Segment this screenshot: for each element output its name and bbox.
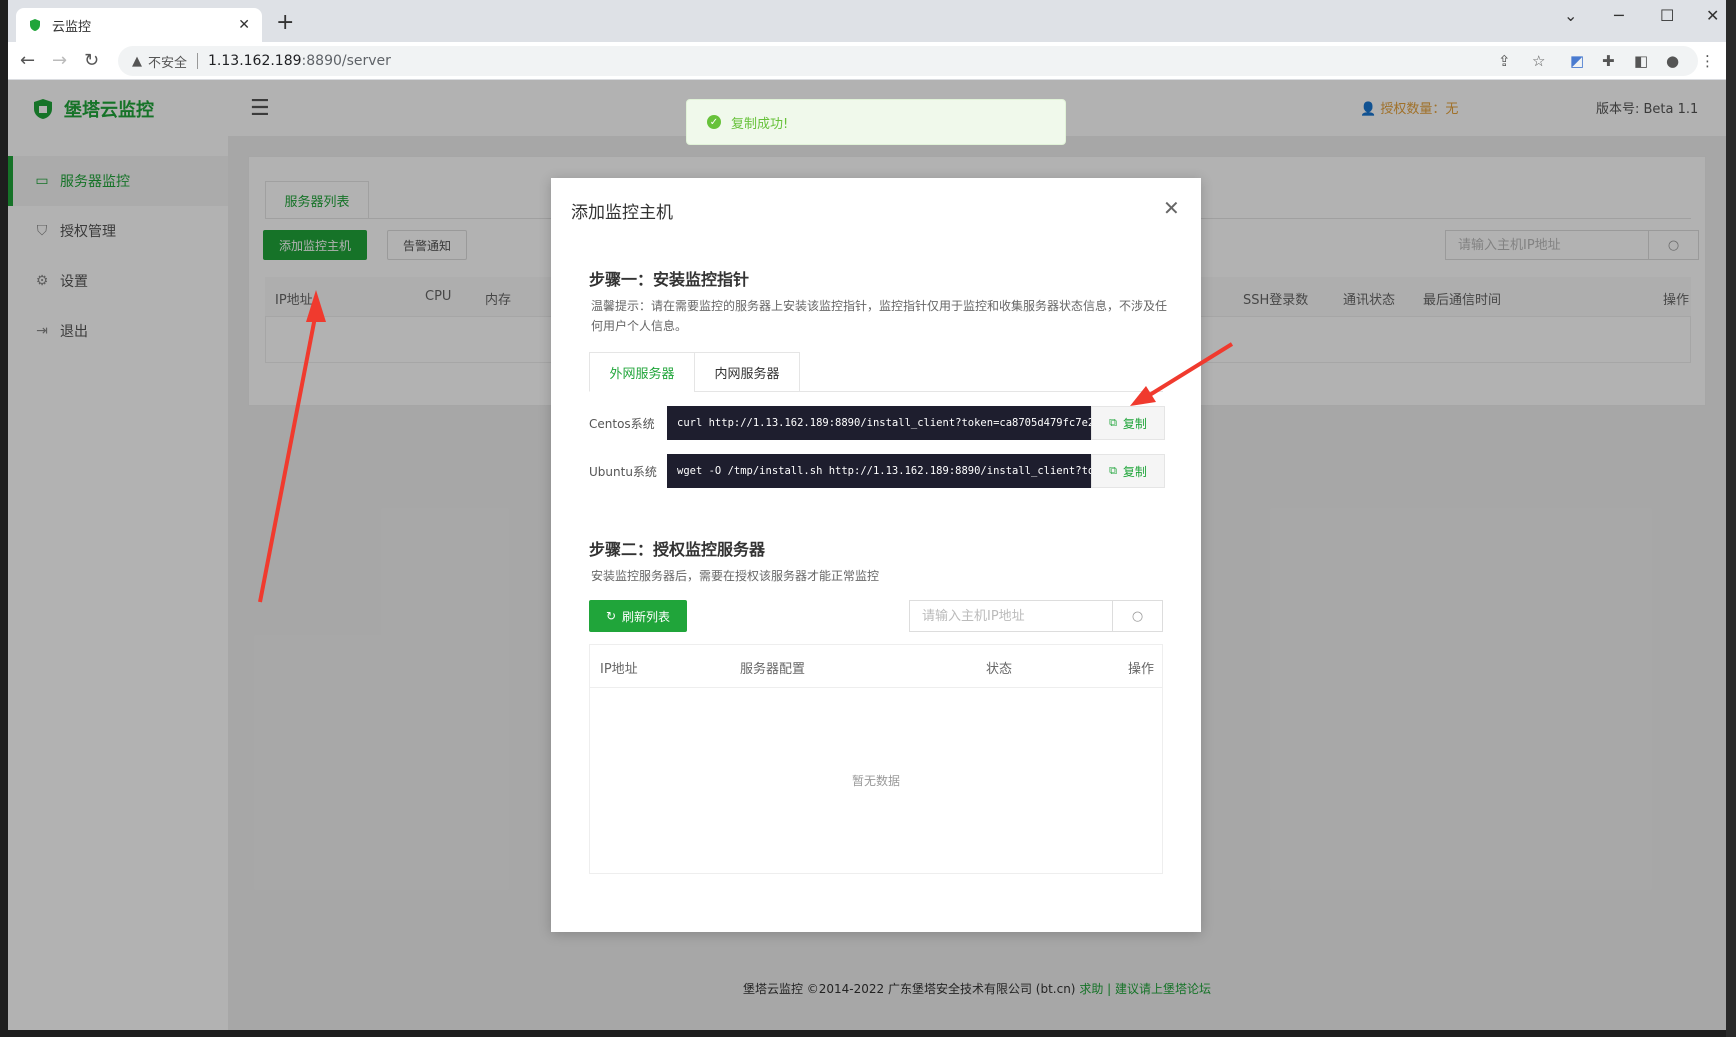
search-icon[interactable]: ○ (1112, 601, 1162, 631)
check-circle-icon: ✓ (707, 115, 721, 129)
copy-centos-button[interactable]: ⧉ 复制 (1091, 406, 1165, 440)
col-status: 状态 (986, 662, 1013, 677)
copy-label: 复制 (1122, 464, 1147, 479)
empty-state: 暂无数据 (851, 774, 900, 788)
warning-icon: ▲ (132, 53, 142, 69)
step2-tip: 安装监控服务器后，需要在授权该服务器才能正常监控 (591, 569, 880, 583)
extensions-icon[interactable]: ✚ (1602, 52, 1615, 70)
copy-label: 复制 (1122, 416, 1147, 431)
browser-tab[interactable]: 云监控 ✕ (16, 8, 262, 42)
step1-title: 步骤一：安装监控指针 (589, 270, 750, 289)
copy-icon: ⧉ (1109, 464, 1117, 477)
profile-icon[interactable]: ● (1666, 52, 1679, 70)
modal-title: 添加监控主机 (571, 203, 673, 223)
ubuntu-label: Ubuntu系统 (589, 465, 657, 479)
desktop-edge (1726, 0, 1736, 1037)
menu-dots-icon[interactable]: ⋮ (1700, 52, 1715, 70)
copy-icon: ⧉ (1109, 416, 1117, 429)
insecure-label: 不安全 (148, 55, 188, 71)
refresh-icon: ↻ (605, 609, 617, 623)
tab-strip: 云监控 ✕ + ⌄ ─ ☐ ✕ (8, 0, 1726, 42)
table-header: IP地址 服务器配置 状态 操作 (590, 645, 1162, 688)
translate-icon[interactable]: ◩ (1570, 52, 1584, 70)
authorize-table: IP地址 服务器配置 状态 操作 暂无数据 (589, 644, 1163, 874)
share-icon[interactable]: ⇪ (1498, 52, 1511, 70)
browser-window: 云监控 ✕ + ⌄ ─ ☐ ✕ ← → ↻ ▲ 不安全 1.13.162.189… (8, 0, 1726, 1030)
col-actions: 操作 (1128, 662, 1155, 677)
back-icon[interactable]: ← (20, 50, 35, 71)
step2-title: 步骤二：授权监控服务器 (589, 540, 766, 559)
modal-host-search: ○ (909, 600, 1163, 632)
copy-ubuntu-button[interactable]: ⧉ 复制 (1091, 454, 1165, 488)
ubuntu-command[interactable]: wget -O /tmp/install.sh http://1.13.162.… (667, 454, 1091, 488)
maximize-icon[interactable]: ☐ (1660, 6, 1674, 25)
tab-search-icon[interactable]: ⌄ (1564, 6, 1577, 25)
bookmark-star-icon[interactable]: ☆ (1532, 52, 1545, 70)
close-window-icon[interactable]: ✕ (1706, 6, 1719, 25)
new-tab-icon[interactable]: + (276, 10, 294, 35)
refresh-label: 刷新列表 (622, 609, 671, 624)
forward-icon[interactable]: → (52, 50, 67, 71)
address-bar[interactable]: ▲ 不安全 1.13.162.189:8890/server (118, 46, 1698, 76)
address-path: :8890/server (301, 53, 391, 69)
close-tab-icon[interactable]: ✕ (238, 17, 250, 33)
col-ip: IP地址 (600, 662, 638, 677)
address-divider (197, 53, 199, 69)
shield-favicon-icon (30, 19, 40, 31)
step1-tip: 温馨提示：请在需要监控的服务器上安装该监控指针，监控指针仅用于监控和收集服务器状… (591, 299, 1168, 333)
modal-host-search-input[interactable] (910, 601, 1112, 631)
address-host: 1.13.162.189 (208, 53, 302, 69)
browser-toolbar: ← → ↻ ▲ 不安全 1.13.162.189:8890/server ⇪ ☆… (8, 42, 1726, 80)
add-host-modal: 添加监控主机 ✕ 步骤一：安装监控指针 温馨提示：请在需要监控的服务器上安装该监… (551, 178, 1201, 932)
success-toast: ✓ 复制成功! (686, 99, 1066, 145)
toast-message: 复制成功! (731, 116, 789, 132)
centos-command[interactable]: curl http://1.13.162.189:8890/install_cl… (667, 406, 1091, 440)
tab-public-server[interactable]: 外网服务器 (589, 352, 695, 392)
server-type-tabs: 外网服务器 内网服务器 (589, 352, 1163, 392)
tab-private-server[interactable]: 内网服务器 (694, 352, 800, 392)
minimize-icon[interactable]: ─ (1614, 6, 1624, 25)
close-icon[interactable]: ✕ (1163, 196, 1180, 220)
reload-icon[interactable]: ↻ (84, 50, 99, 71)
refresh-list-button[interactable]: ↻ 刷新列表 (589, 600, 687, 632)
col-server-config: 服务器配置 (740, 662, 806, 677)
side-panel-icon[interactable]: ◧ (1634, 52, 1648, 70)
tab-title: 云监控 (52, 19, 92, 35)
centos-label: Centos系统 (589, 417, 655, 431)
address-url: 1.13.162.189:8890/server (208, 53, 391, 69)
